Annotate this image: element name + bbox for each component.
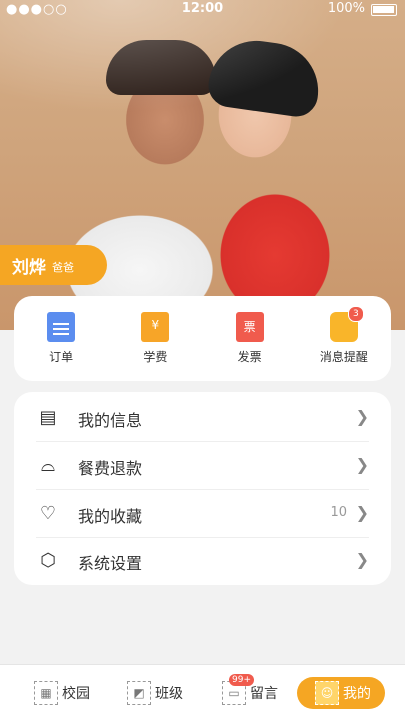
quick-action-order[interactable]: 订单	[21, 312, 101, 365]
quick-action-label: 订单	[49, 350, 74, 364]
settings-menu-card: ▤ 我的信息 ❯ ⌓ 餐费退款 ❯ ♡ 我的收藏 10 ❯ ⬡ 系统设置 ❯	[14, 392, 391, 585]
quick-action-notifications[interactable]: 3 消息提醒	[304, 306, 384, 365]
menu-item-label: 我的收藏	[78, 507, 143, 526]
battery-icon	[371, 4, 397, 16]
quick-actions-card: 订单 ¥ 学费 票 发票 3 消息提醒	[14, 296, 391, 381]
quick-action-label: 学费	[143, 350, 168, 364]
menu-item-label: 餐费退款	[78, 459, 143, 478]
tuition-icon: ¥	[141, 312, 170, 342]
menu-item-meal-refund[interactable]: ⌓ 餐费退款 ❯	[14, 442, 391, 490]
chevron-right-icon: ❯	[355, 455, 369, 474]
menu-item-my-info[interactable]: ▤ 我的信息 ❯	[14, 394, 391, 442]
bottom-tab-bar: ▦ 校园 ◩ 班级 ▭ 99+ 留言 ☺ 我的	[0, 664, 405, 721]
heart-icon: ♡	[39, 503, 57, 524]
menu-item-favorites[interactable]: ♡ 我的收藏 10 ❯	[14, 490, 391, 538]
chevron-right-icon: ❯	[355, 503, 369, 522]
bell-icon: 3	[329, 306, 364, 342]
notification-badge: 3	[347, 306, 364, 322]
tab-label: 校园	[62, 686, 90, 702]
favorites-count: 10	[330, 505, 347, 520]
quick-action-label: 消息提醒	[319, 350, 368, 364]
tab-messages[interactable]: ▭ 99+ 留言	[222, 674, 278, 709]
message-icon: ▭ 99+	[222, 674, 254, 705]
id-card-icon: ▤	[39, 407, 57, 428]
quick-action-tuition[interactable]: ¥ 学费	[115, 312, 195, 365]
class-icon: ◩	[127, 681, 151, 705]
menu-item-settings[interactable]: ⬡ 系统设置 ❯	[14, 537, 391, 585]
me-icon: ☺	[315, 681, 339, 705]
order-icon	[47, 312, 76, 342]
meal-icon: ⌓	[40, 455, 56, 476]
chevron-right-icon: ❯	[355, 407, 369, 426]
settings-icon: ⬡	[40, 550, 56, 571]
chevron-right-icon: ❯	[355, 550, 369, 569]
status-bar: ●●●○○ 12:00 100%	[0, 0, 405, 18]
profile-role: 爸爸	[52, 261, 74, 274]
battery-percent: 100%	[327, 1, 365, 16]
profile-name: 刘烨	[12, 257, 46, 278]
tab-label: 留言	[250, 686, 278, 702]
menu-item-label: 我的信息	[78, 411, 143, 430]
invoice-icon: 票	[235, 312, 264, 342]
profile-name-badge[interactable]: 刘烨 爸爸	[0, 245, 107, 285]
quick-action-invoice[interactable]: 票 发票	[210, 312, 290, 365]
tab-label: 我的	[343, 686, 371, 702]
tab-campus[interactable]: ▦ 校园	[34, 677, 90, 709]
tab-me[interactable]: ☺ 我的	[297, 677, 385, 709]
tab-label: 班级	[155, 686, 183, 702]
campus-icon: ▦	[34, 681, 58, 705]
tab-class[interactable]: ◩ 班级	[127, 677, 183, 709]
quick-action-label: 发票	[237, 350, 262, 364]
message-badge: 99+	[229, 674, 254, 686]
menu-item-label: 系统设置	[78, 554, 143, 573]
